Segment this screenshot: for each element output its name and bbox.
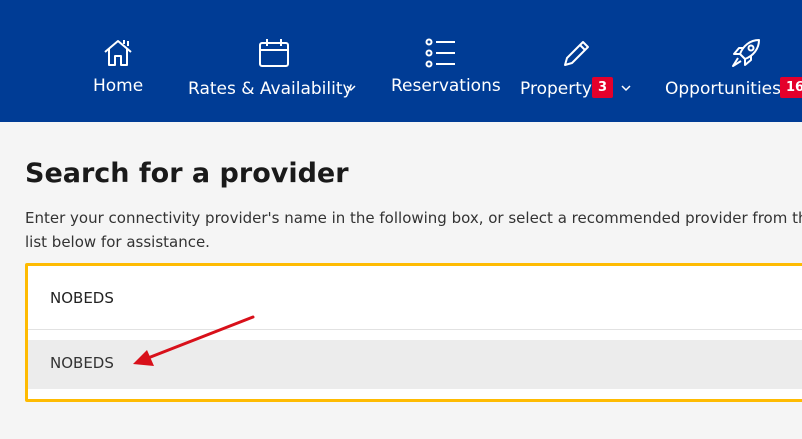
page-description: Enter your connectivity provider's name …	[25, 209, 802, 251]
chevron-down-icon	[621, 85, 631, 92]
notification-badge: 16	[780, 77, 802, 98]
nav-item-home[interactable]: Home	[85, 0, 151, 122]
nav-label-reservations: Reservations	[391, 76, 501, 96]
nav-label-rates-availability: Rates & Availability	[188, 79, 353, 99]
pencil-icon	[564, 41, 589, 66]
top-navigation-bar: Home Rates & Availability Reservations P…	[0, 0, 802, 122]
list-icon	[425, 38, 455, 68]
nav-item-opportunities[interactable]: Opportunities 16	[662, 0, 802, 122]
provider-search-input[interactable]	[28, 266, 802, 330]
nav-item-property[interactable]: Property 3	[518, 0, 638, 122]
page-title: Search for a provider	[25, 158, 349, 189]
main-content: Search for a provider Enter your connect…	[0, 122, 802, 439]
nav-item-rates-availability[interactable]: Rates & Availability	[185, 0, 365, 122]
home-icon	[104, 40, 132, 66]
suggestion-item[interactable]: NOBEDS	[28, 340, 802, 389]
nav-label-home: Home	[93, 76, 144, 96]
nav-item-reservations[interactable]: Reservations	[388, 0, 501, 122]
suggestion-label: NOBEDS	[50, 354, 114, 372]
calendar-icon	[259, 39, 289, 67]
nav-label-property: Property	[520, 79, 592, 99]
provider-search-box: NOBEDS	[25, 263, 802, 402]
chevron-down-icon	[346, 85, 356, 92]
nav-label-opportunities: Opportunities	[665, 79, 781, 99]
notification-badge: 3	[592, 77, 613, 98]
rocket-icon	[732, 39, 760, 67]
